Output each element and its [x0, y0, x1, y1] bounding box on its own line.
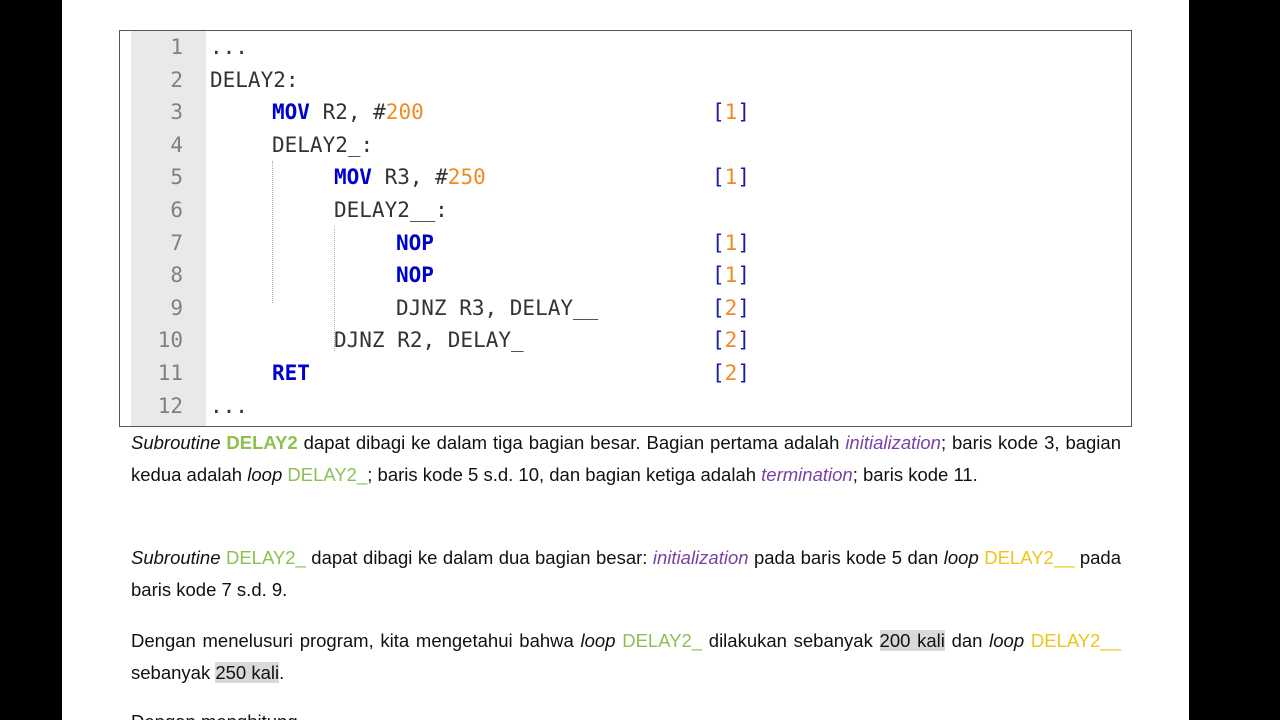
code-keyword: MOV [272, 100, 310, 125]
text-run: termination [761, 463, 853, 485]
text-run: initialization [845, 432, 941, 453]
text-run [1024, 630, 1031, 651]
code-token: ... [210, 393, 248, 418]
cycle-count: [1] [712, 100, 750, 125]
text-run: . [279, 661, 285, 683]
code-keyword: NOP [396, 263, 434, 288]
text-run: Subroutine [131, 432, 221, 453]
indent-guide [272, 161, 273, 303]
code-token: R2, # [309, 100, 386, 125]
cycle-value: 1 [724, 165, 738, 190]
code-token: ... [210, 35, 248, 59]
cycle-count: [2] [712, 361, 750, 385]
code-text: DJNZ R2, DELAY_ [334, 324, 524, 356]
cycle-count: [1] [712, 263, 750, 288]
code-line: 3 MOV R2, #200 [1] [120, 96, 1131, 128]
cycle-value: 2 [724, 295, 738, 320]
paragraph: Subroutine DELAY2 dapat dibagi ke dalam … [131, 427, 1121, 490]
code-token: DELAY2_: [272, 132, 374, 157]
highlighted-text: 250 kali [215, 661, 280, 683]
cycle-count: [1] [712, 230, 750, 255]
text-run: Dengan menghitung [131, 711, 298, 720]
code-number: 200 [385, 100, 424, 125]
line-number: 10 [157, 328, 183, 353]
cycle-value: 1 [724, 263, 738, 288]
code-text: DELAY2_: [272, 129, 373, 161]
text-run: dapat dibagi ke dalam dua bagian besar: [305, 547, 653, 568]
highlighted-text: 200 kali [879, 630, 945, 651]
text-run: Dengan menelusuri program, kita mengetah… [131, 630, 581, 651]
code-keyword: NOP [396, 230, 434, 255]
line-number: 4 [170, 132, 183, 157]
code-line: 11 RET [2] [120, 357, 1131, 389]
text-run: ; baris kode 5 s.d. 10, dan bagian ketig… [367, 463, 762, 485]
code-token: DELAY2: [210, 67, 299, 92]
text-run: DELAY2_ [622, 630, 703, 651]
text-run: DELAY2 [226, 432, 298, 453]
text-run: pada baris kode 5 dan [748, 547, 944, 568]
text-run: DELAY2_ [225, 547, 306, 568]
line-number: 8 [170, 263, 183, 288]
line-number: 1 [170, 35, 183, 59]
code-line: 1... [120, 31, 1131, 63]
text-run: dapat dibagi ke dalam tiga bagian besar.… [297, 432, 846, 453]
cycle-count: [1] [712, 165, 750, 190]
text-run: sebanyak [131, 661, 216, 683]
cycle-count: [2] [712, 328, 750, 353]
code-text: MOV R2, #200 [272, 96, 424, 128]
cycle-value: 2 [724, 361, 738, 385]
text-run: DELAY2_ [287, 463, 368, 485]
code-token: DELAY2__: [334, 198, 448, 222]
line-number: 9 [170, 295, 183, 320]
code-token: DJNZ R3, DELAY__ [396, 295, 599, 320]
code-token: R3, # [371, 165, 448, 190]
line-number: 5 [170, 165, 183, 190]
code-keyword: RET [272, 361, 310, 385]
paragraph: Dengan menghitung [131, 706, 1121, 720]
code-line: 4 DELAY2_: [120, 129, 1131, 161]
code-text: DJNZ R3, DELAY__ [396, 292, 598, 324]
text-run: dan [944, 630, 990, 651]
code-text: ... [210, 390, 248, 422]
text-run: loop [943, 547, 979, 568]
cycle-value: 2 [724, 328, 738, 353]
text-run: loop [989, 630, 1025, 651]
code-listing: 1... 2 DELAY2: 3 MOV R2, #200 [1] 4 DELAY2_: 5 MO… [119, 30, 1132, 427]
cycle-value: 1 [724, 230, 738, 255]
text-run: ; baris kode 11. [852, 463, 978, 485]
line-number: 2 [170, 67, 183, 92]
cycle-count: [2] [712, 295, 750, 320]
line-number: 7 [170, 230, 183, 255]
document-page: 1... 2 DELAY2: 3 MOV R2, #200 [1] 4 DELAY2_: 5 MO… [62, 0, 1189, 720]
indent-guide [334, 226, 335, 351]
cycle-value: 1 [724, 100, 738, 125]
code-text: NOP [396, 227, 434, 259]
paragraph: Subroutine DELAY2_ dapat dibagi ke dalam… [131, 542, 1121, 605]
text-run: Subroutine [131, 547, 221, 568]
code-text: MOV R3, #250 [334, 161, 486, 193]
text-run: dilakukan sebanyak [702, 630, 880, 651]
code-text: ... [210, 31, 248, 63]
text-run: initialization [652, 547, 749, 568]
text-run: loop [247, 463, 283, 485]
line-number: 12 [157, 393, 183, 418]
text-run: DELAY2__ [984, 547, 1075, 568]
code-text: NOP [396, 259, 434, 291]
code-number: 250 [447, 165, 486, 190]
line-number: 11 [157, 361, 183, 385]
code-line: 10 DJNZ R2, DELAY_ [2] [120, 324, 1131, 356]
line-number: 6 [170, 198, 183, 222]
code-line: 2 DELAY2: [120, 64, 1131, 96]
code-text: DELAY2: [210, 64, 299, 96]
code-text: DELAY2__: [334, 194, 448, 226]
code-line: 12... [120, 390, 1131, 422]
text-run: DELAY2__ [1030, 630, 1122, 651]
line-number: 3 [170, 100, 183, 125]
code-text: RET [272, 357, 310, 389]
code-token: DJNZ R2, DELAY_ [334, 328, 524, 353]
code-keyword: MOV [334, 165, 372, 190]
text-run: loop [580, 630, 616, 651]
paragraph: Dengan menelusuri program, kita mengetah… [131, 625, 1121, 688]
